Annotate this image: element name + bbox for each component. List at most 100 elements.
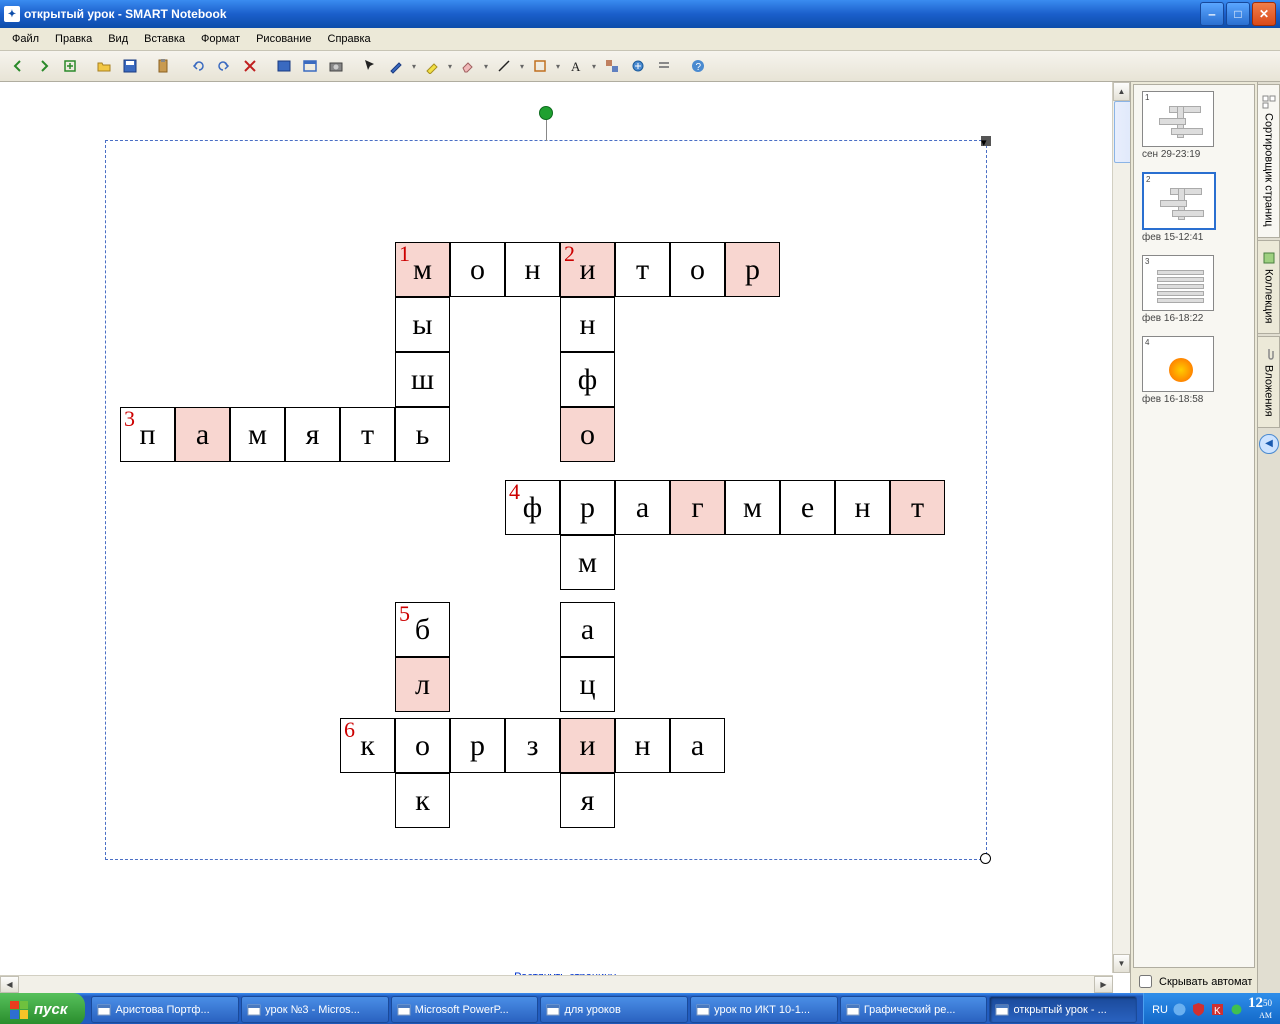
tab-gallery[interactable]: Коллекция: [1258, 240, 1280, 334]
crossword-cell[interactable]: м: [230, 407, 285, 462]
crossword-cell[interactable]: н: [505, 242, 560, 297]
taskbar-item[interactable]: Аристова Портф...: [91, 996, 239, 1023]
crossword-cell[interactable]: а: [615, 480, 670, 535]
capture-button[interactable]: [324, 54, 348, 78]
open-button[interactable]: [92, 54, 116, 78]
gallery-button[interactable]: [626, 54, 650, 78]
screenshade-button[interactable]: [272, 54, 296, 78]
eraser-tool-button[interactable]: [456, 54, 480, 78]
crossword-cell[interactable]: н: [835, 480, 890, 535]
crossword-cell[interactable]: р: [560, 480, 615, 535]
hide-auto-checkbox[interactable]: [1139, 975, 1152, 988]
crossword-cell[interactable]: г: [670, 480, 725, 535]
crossword-cell[interactable]: о: [560, 407, 615, 462]
crossword-cell[interactable]: а: [670, 718, 725, 773]
crossword-cell[interactable]: л: [395, 657, 450, 712]
properties-button[interactable]: [652, 54, 676, 78]
menu-draw[interactable]: Рисование: [248, 31, 319, 47]
crossword-cell[interactable]: з: [505, 718, 560, 773]
crossword-cell[interactable]: а: [175, 407, 230, 462]
crossword-cell[interactable]: к6: [340, 718, 395, 773]
highlighter-tool-button[interactable]: [420, 54, 444, 78]
crossword-cell[interactable]: м: [560, 535, 615, 590]
crossword-cell[interactable]: м: [725, 480, 780, 535]
taskbar-item[interactable]: урок по ИКТ 10-1...: [690, 996, 838, 1023]
eraser-dropdown[interactable]: ▾: [482, 55, 490, 77]
next-page-button[interactable]: [32, 54, 56, 78]
crossword-cell[interactable]: о: [450, 242, 505, 297]
tray-shield-icon[interactable]: [1191, 1002, 1206, 1017]
crossword-cell[interactable]: н: [560, 297, 615, 352]
start-button[interactable]: пуск: [0, 993, 85, 1024]
line-tool-button[interactable]: [492, 54, 516, 78]
taskbar-item[interactable]: Microsoft PowerP...: [391, 996, 539, 1023]
maximize-button[interactable]: □: [1226, 2, 1250, 26]
highlighter-dropdown[interactable]: ▾: [446, 55, 454, 77]
tab-page-sorter[interactable]: Сортировщик страниц: [1258, 84, 1280, 238]
crossword-cell[interactable]: е: [780, 480, 835, 535]
save-button[interactable]: [118, 54, 142, 78]
crossword-cell[interactable]: р: [725, 242, 780, 297]
crossword-cell[interactable]: ш: [395, 352, 450, 407]
menu-edit[interactable]: Правка: [47, 31, 100, 47]
scroll-down-button[interactable]: ▼: [1113, 954, 1130, 973]
crossword-cell[interactable]: ц: [560, 657, 615, 712]
tray-antivirus-icon[interactable]: K: [1210, 1002, 1225, 1017]
crossword-cell[interactable]: т: [340, 407, 395, 462]
crossword-cell[interactable]: и: [560, 718, 615, 773]
clock[interactable]: 1250AM: [1248, 998, 1272, 1021]
pen-dropdown[interactable]: ▾: [410, 55, 418, 77]
select-tool-button[interactable]: [358, 54, 382, 78]
redo-button[interactable]: [212, 54, 236, 78]
horizontal-scrollbar[interactable]: ◀ ▶: [0, 975, 1113, 993]
scroll-up-button[interactable]: ▲: [1113, 82, 1130, 101]
fill-tool-button[interactable]: [600, 54, 624, 78]
tray-network-icon[interactable]: [1229, 1002, 1244, 1017]
scroll-right-button[interactable]: ▶: [1094, 976, 1113, 993]
tray-icon[interactable]: [1172, 1002, 1187, 1017]
paste-button[interactable]: [152, 54, 176, 78]
page-thumbnail[interactable]: 2фев 15-12:41: [1134, 166, 1254, 249]
menu-view[interactable]: Вид: [100, 31, 136, 47]
page-thumbnail[interactable]: 1сен 29-23:19: [1134, 85, 1254, 166]
text-tool-button[interactable]: A: [564, 54, 588, 78]
page-thumbnail[interactable]: 3фев 16-18:22: [1134, 249, 1254, 330]
line-dropdown[interactable]: ▾: [518, 55, 526, 77]
menu-insert[interactable]: Вставка: [136, 31, 193, 47]
menu-format[interactable]: Формат: [193, 31, 248, 47]
minimize-button[interactable]: ‒: [1200, 2, 1224, 26]
scroll-left-button[interactable]: ◀: [0, 976, 19, 993]
language-indicator[interactable]: RU: [1152, 1004, 1168, 1016]
crossword-cell[interactable]: ф4: [505, 480, 560, 535]
crossword-cell[interactable]: и2: [560, 242, 615, 297]
canvas[interactable]: ▾ м1они2торыншфп3амятьоф4рагментмб5алцк6…: [0, 82, 1131, 993]
pen-tool-button[interactable]: [384, 54, 408, 78]
tab-attachments[interactable]: Вложения: [1258, 336, 1280, 428]
new-page-button[interactable]: [58, 54, 82, 78]
crossword-cell[interactable]: ь: [395, 407, 450, 462]
crossword-cell[interactable]: о: [395, 718, 450, 773]
collapse-panel-button[interactable]: ◀: [1259, 434, 1279, 454]
page-thumbnail[interactable]: 4фев 16-18:58: [1134, 330, 1254, 411]
crossword-cell[interactable]: я: [560, 773, 615, 828]
crossword-cell[interactable]: а: [560, 602, 615, 657]
taskbar-item[interactable]: урок №3 - Micros...: [241, 996, 389, 1023]
crossword-cell[interactable]: п3: [120, 407, 175, 462]
taskbar-item[interactable]: открытый урок - ...: [989, 996, 1137, 1023]
crossword-cell[interactable]: к: [395, 773, 450, 828]
scroll-thumb[interactable]: [1114, 101, 1131, 163]
text-dropdown[interactable]: ▾: [590, 55, 598, 77]
undo-button[interactable]: [186, 54, 210, 78]
crossword-cell[interactable]: ф: [560, 352, 615, 407]
menu-help[interactable]: Справка: [320, 31, 379, 47]
crossword-cell[interactable]: т: [615, 242, 670, 297]
crossword-cell[interactable]: м1: [395, 242, 450, 297]
crossword-cell[interactable]: н: [615, 718, 670, 773]
crossword-cell[interactable]: т: [890, 480, 945, 535]
taskbar-item[interactable]: для уроков: [540, 996, 688, 1023]
menu-file[interactable]: Файл: [4, 31, 47, 47]
crossword-cell[interactable]: б5: [395, 602, 450, 657]
delete-button[interactable]: [238, 54, 262, 78]
prev-page-button[interactable]: [6, 54, 30, 78]
rotation-handle[interactable]: [539, 106, 553, 120]
